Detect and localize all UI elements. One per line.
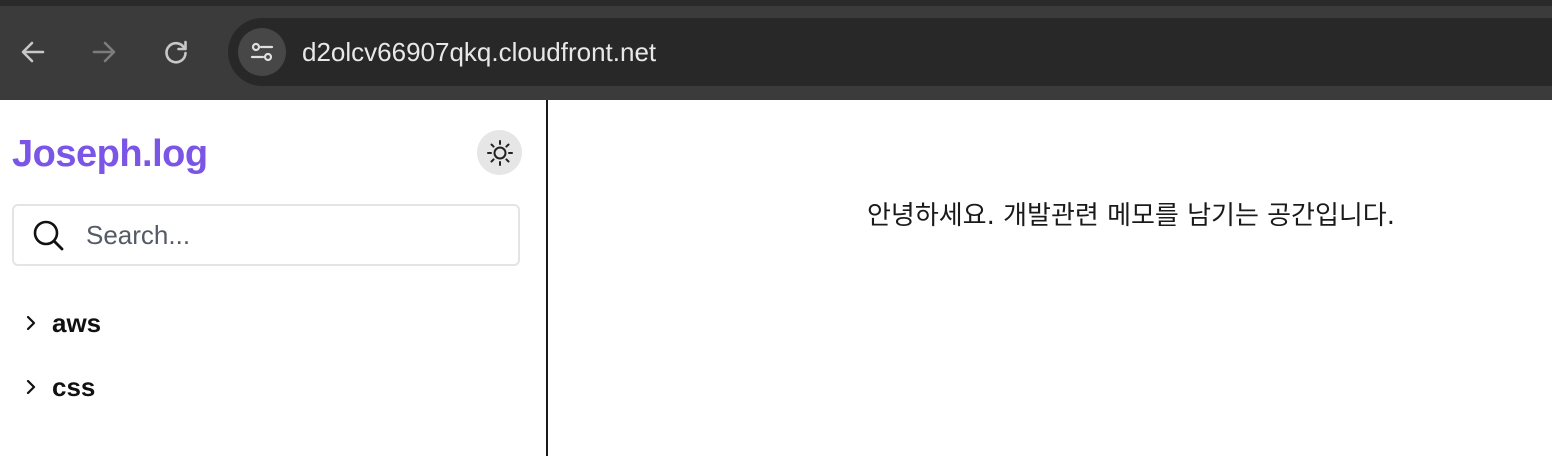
search-box: [12, 204, 520, 266]
category-label: aws: [52, 307, 102, 338]
sun-icon: [486, 139, 513, 166]
search-input[interactable]: [84, 214, 488, 256]
site-settings-icon: [250, 42, 274, 62]
reload-button[interactable]: [152, 28, 200, 76]
main-content: 안녕하세요. 개발관련 메모를 남기는 공간입니다.: [548, 100, 1552, 456]
tab-strip-edge: [0, 0, 1552, 6]
arrow-right-icon: [92, 41, 116, 63]
site-info-button[interactable]: [238, 28, 286, 76]
arrow-left-icon: [21, 41, 45, 63]
category-label: css: [52, 371, 96, 402]
category-item-css[interactable]: css: [20, 364, 520, 410]
reload-icon: [165, 40, 187, 64]
back-button[interactable]: [9, 28, 57, 76]
sidebar: Joseph.log aws: [0, 100, 548, 456]
site-logo-link[interactable]: Joseph.log: [12, 130, 208, 178]
category-item-aws[interactable]: aws: [20, 300, 520, 346]
chevron-right-icon: [20, 376, 42, 398]
search-icon: [30, 217, 66, 253]
browser-toolbar: d2olcv66907qkq.cloudfront.net: [0, 0, 1552, 100]
theme-toggle-button[interactable]: [477, 130, 522, 175]
forward-button[interactable]: [80, 28, 128, 76]
chevron-right-icon: [20, 312, 42, 334]
address-bar[interactable]: d2olcv66907qkq.cloudfront.net: [228, 18, 1552, 86]
url-text[interactable]: d2olcv66907qkq.cloudfront.net: [302, 35, 656, 69]
intro-text: 안녕하세요. 개발관련 메모를 남기는 공간입니다.: [867, 201, 1395, 231]
